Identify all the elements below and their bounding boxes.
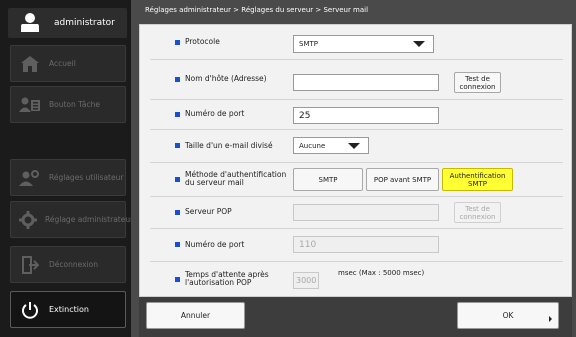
port-label: Numéro de port [185,109,245,118]
ok-button[interactable]: OK [457,302,559,329]
chevron-down-icon [348,142,360,149]
pop-wait-label: Temps d'attente après l'autorisation POP [185,270,269,287]
task-icon [19,95,41,115]
bullet-icon [175,276,180,282]
sidebar-item-label: Déconnexion [49,260,98,269]
test-connection-button[interactable]: Test de connexion [454,72,501,93]
hostname-label: Nom d'hôte (Adresse) [185,74,267,83]
row-auth-method: Méthode d'authentification du serveur ma… [150,162,563,197]
pop-server-input[interactable] [293,204,439,221]
chevron-down-icon [413,41,425,47]
protocol-label: Protocole [185,37,220,46]
settings-panel: Protocole SMTP Nom d'hôte (Adresse) Test… [139,24,572,297]
row-hostname: Nom d'hôte (Adresse) Test de connexion [150,59,563,100]
row-pop-server: Serveur POP Test de connexion [150,196,563,229]
split-size-label: Taille d'un e-mail divisé [185,140,273,150]
gear-icon [19,210,37,230]
bullet-icon [175,76,180,82]
port-input[interactable]: 25 [293,107,439,124]
sidebar-item-user-settings[interactable]: Réglages utilisateur [10,159,126,196]
pop-server-label: Serveur POP [185,207,232,216]
footer-bar: Annuler OK [139,297,572,337]
pop-test-connection-button[interactable]: Test de connexion [454,202,501,223]
cancel-button[interactable]: Annuler [146,302,245,329]
bullet-icon [175,176,180,182]
sidebar-item-label: Accueil [49,59,76,68]
protocol-value: SMTP [299,40,318,48]
sidebar-item-shutdown[interactable]: Extinction [10,291,126,328]
sidebar-item-task-button[interactable]: Bouton Tâche [10,86,126,123]
bullet-icon [175,39,180,45]
pop-port-input[interactable]: 110 [293,236,439,253]
row-split-size: Taille d'un e-mail divisé Aucune [150,129,563,163]
auth-smtp-button[interactable]: SMTP [293,168,363,191]
arrow-right-icon [549,316,552,322]
sidebar-item-logout[interactable]: Déconnexion [10,246,126,283]
power-icon [19,300,41,320]
row-pop-port: Numéro de port 110 [150,228,563,262]
bullet-icon [175,143,180,148]
sidebar-item-home[interactable]: Accueil [10,45,126,82]
row-pop-wait: Temps d'attente après l'autorisation POP… [150,261,563,297]
bullet-icon [175,209,180,215]
pop-wait-input[interactable]: 3000 [293,272,319,289]
sidebar: administrator Accueil Bouton Tâche Régla… [0,0,133,337]
logout-icon [19,255,41,275]
main-content: Réglages administrateur > Réglages du se… [131,0,576,337]
split-size-value: Aucune [299,141,326,150]
row-port: Numéro de port 25 [150,99,563,130]
auth-smtp-authentication-button[interactable]: Authentification SMTP [442,168,513,191]
breadcrumb: Réglages administrateur > Réglages du se… [145,6,369,14]
sidebar-item-admin-settings[interactable]: Réglage administrateur [10,201,133,238]
protocol-select[interactable]: SMTP [293,35,434,53]
hostname-input[interactable] [293,74,439,91]
sidebar-item-label: Réglages utilisateur [49,173,124,182]
bullet-icon [175,111,180,117]
row-protocol: Protocole SMTP [150,25,563,60]
sidebar-item-label: Extinction [49,305,89,314]
user-settings-icon [19,168,41,188]
user-icon [19,13,41,33]
bullet-icon [175,242,180,247]
user-indicator: administrator [8,8,127,38]
sidebar-item-label: Bouton Tâche [49,100,100,109]
sidebar-item-label: Réglage administrateur [45,215,134,224]
split-size-select[interactable]: Aucune [293,137,369,154]
auth-pop-before-smtp-button[interactable]: POP avant SMTP [366,168,439,191]
pop-wait-note: msec (Max : 5000 msec) [338,269,425,277]
home-icon [19,54,41,74]
pop-port-label: Numéro de port [185,239,245,249]
user-name: administrator [54,18,115,28]
auth-method-label: Méthode d'authentification du serveur ma… [185,170,287,187]
